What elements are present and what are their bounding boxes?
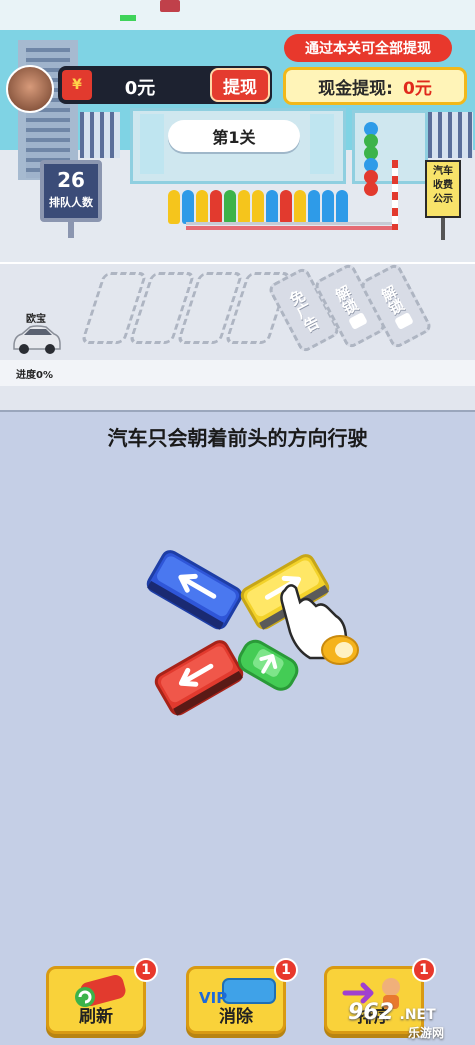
area-divider	[0, 410, 475, 412]
watermark-number: 962	[348, 1000, 394, 1025]
remove-count-badge: 1	[274, 958, 298, 982]
withdraw-tip-bubble: 通过本关可全部提现	[284, 34, 452, 62]
blue-bus[interactable]	[145, 550, 243, 631]
refresh-count-badge: 1	[134, 958, 158, 982]
queue-person	[224, 190, 236, 224]
progress-text: 进度0%	[16, 370, 53, 381]
road-divider	[0, 262, 475, 264]
silver-car-icon	[13, 325, 61, 354]
queue-person	[294, 190, 306, 224]
street-scene: 第1关 26 排队人数 汽车 收费 公示 通过本关可全部提现 ¥ 0元 提现 现…	[0, 0, 475, 262]
money-value: 0元	[124, 78, 156, 99]
toll-gate-arm	[392, 160, 398, 230]
queue-person	[238, 190, 250, 224]
slot-label: 解锁	[377, 282, 408, 318]
queue-person	[336, 190, 348, 224]
fee-sign-pole	[441, 218, 445, 240]
instruction-text: 汽车只会朝着前头的方向行驶	[107, 426, 368, 450]
watermark-domain: .NET	[399, 1007, 436, 1023]
board-pole	[68, 222, 74, 238]
fee-sign-line1: 汽车	[433, 166, 453, 177]
gate-bars	[80, 112, 120, 158]
queue-person	[210, 190, 222, 224]
queue-person	[168, 190, 180, 224]
refresh-button[interactable]: 刷新	[46, 966, 146, 1034]
queue-person	[252, 190, 264, 224]
queue-barrier-rail	[186, 222, 396, 225]
fee-notice-sign: 汽车 收费 公示	[425, 160, 461, 218]
slot-label: 解锁	[331, 282, 362, 318]
queue-person	[196, 190, 208, 224]
remove-button[interactable]: VIP 消除	[186, 966, 286, 1034]
cash-withdraw-value: 0元	[402, 78, 432, 99]
fee-sign-line3: 公示	[433, 194, 453, 205]
queue-count-board: 26 排队人数	[40, 160, 102, 222]
progress-strip	[0, 360, 475, 386]
puzzle-board	[145, 550, 359, 717]
queue-person	[280, 190, 292, 224]
refresh-label: 刷新	[79, 1007, 113, 1027]
withdraw-button[interactable]: 提现	[210, 68, 270, 102]
fee-sign-line2: 收费	[433, 180, 453, 191]
queue-person	[308, 190, 320, 224]
sign-light	[160, 0, 180, 12]
scene-top-bar	[0, 0, 475, 30]
queue-barrier-rope	[186, 226, 396, 230]
exit-light	[120, 15, 136, 21]
queue-count: 26	[57, 168, 85, 192]
watermark-name: 乐游网	[408, 1026, 445, 1040]
avatar[interactable]	[6, 65, 54, 113]
cash-withdraw-label: 现金提现:	[318, 78, 393, 99]
remove-label: 消除	[219, 1007, 253, 1027]
red-envelope-icon: ¥	[62, 70, 92, 100]
gate-bars	[428, 112, 473, 158]
cash-withdraw-button[interactable]: 现金提现: 0元	[283, 67, 467, 105]
queue-people	[168, 118, 388, 228]
queue-person	[322, 190, 334, 224]
queue-person	[364, 182, 378, 196]
sort-count-badge: 1	[412, 958, 436, 982]
queue-person	[182, 190, 194, 224]
green-car[interactable]	[235, 637, 301, 694]
glass-panel	[140, 114, 164, 174]
watermark-logo: 962 .NET 乐游网	[348, 1000, 470, 1040]
queue-label: 排队人数	[49, 196, 93, 209]
red-bus[interactable]	[153, 639, 244, 717]
queue-person	[266, 190, 278, 224]
